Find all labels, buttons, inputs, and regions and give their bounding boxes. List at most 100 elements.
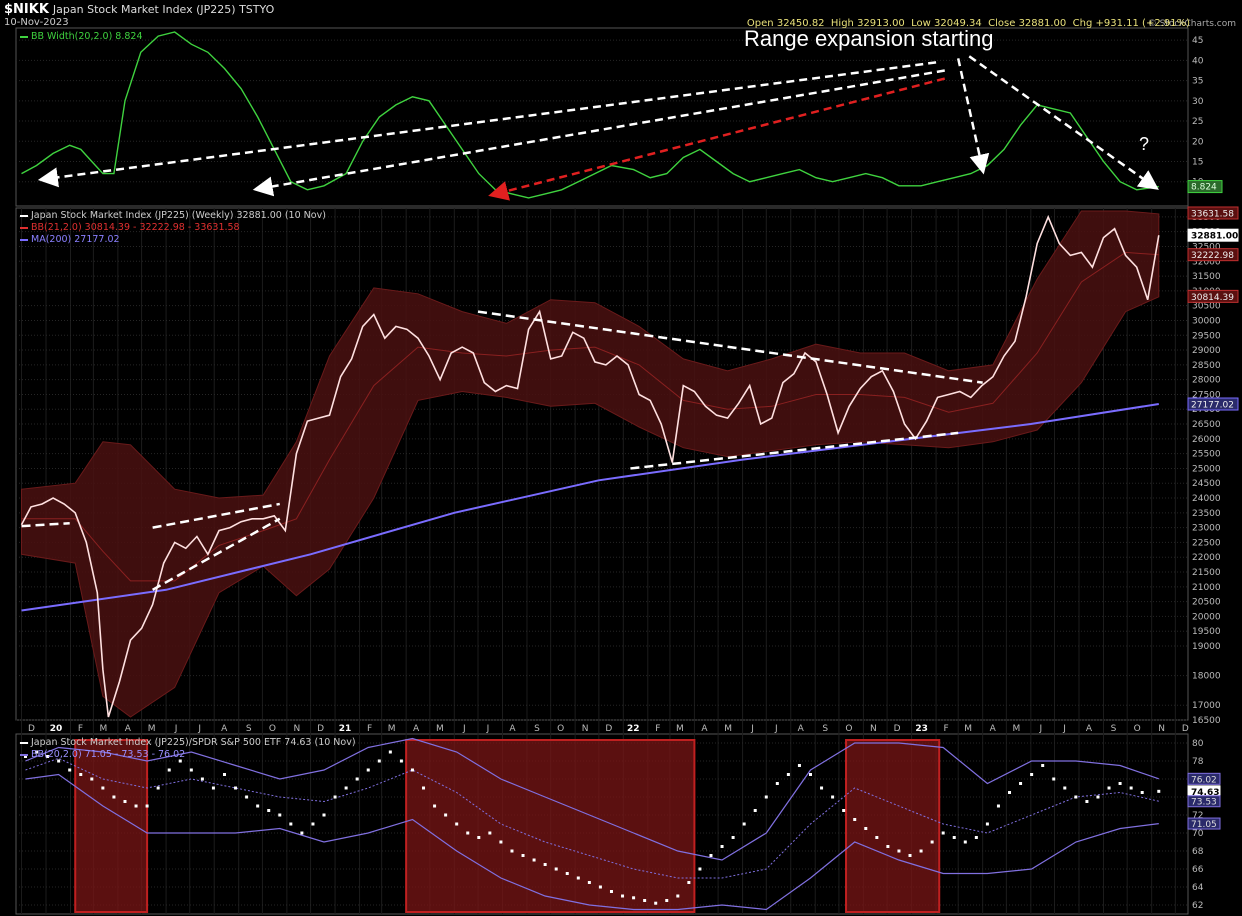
x-tick-label: M xyxy=(100,724,108,734)
ratio-point xyxy=(1030,773,1034,776)
ratio-point xyxy=(742,822,746,826)
x-tick-label: D xyxy=(605,724,612,734)
ratio-point xyxy=(676,894,680,898)
ratio-point xyxy=(200,777,204,781)
ratio-point xyxy=(145,804,149,808)
symbol-title: $NIKK Japan Stock Market Index (JP225) TS… xyxy=(4,2,274,17)
ratio-point xyxy=(775,782,779,785)
bbwidth-panel: 45403530252015108.824 xyxy=(16,31,1223,199)
ratio-last-label: 76.02 xyxy=(1191,775,1217,785)
ratio-point xyxy=(1085,800,1089,803)
ratio-point xyxy=(1140,791,1144,794)
bollinger-band xyxy=(21,210,1160,718)
y-tick-label: 80 xyxy=(1192,739,1204,749)
ratio-point xyxy=(808,773,812,776)
y-tick-label: 40 xyxy=(1192,56,1204,66)
ratio-point xyxy=(908,854,912,857)
x-tick-label: A xyxy=(990,724,997,734)
ratio-point xyxy=(256,804,260,808)
y-tick-label: 24000 xyxy=(1192,494,1221,504)
x-tick-label: N xyxy=(582,724,589,734)
ratio-point xyxy=(875,836,879,839)
ratio-point xyxy=(720,845,724,848)
ratio-point xyxy=(311,822,315,826)
last-label: 30814.39 xyxy=(1191,293,1234,303)
ratio-point xyxy=(79,773,83,776)
ratio-point xyxy=(1008,791,1012,794)
y-tick-label: 31500 xyxy=(1192,272,1221,282)
ratio-point xyxy=(842,809,846,812)
y-tick-label: 28000 xyxy=(1192,376,1221,386)
y-tick-label: 23500 xyxy=(1192,509,1221,519)
ratio-point xyxy=(587,881,591,884)
legend-price: Japan Stock Market Index (JP225) (Weekly… xyxy=(20,210,326,221)
ratio-point xyxy=(444,813,448,817)
y-tick-label: 25000 xyxy=(1192,464,1221,474)
x-tick-label: A xyxy=(509,724,516,734)
ratio-point xyxy=(543,863,547,866)
y-tick-label: 66 xyxy=(1192,865,1204,875)
ratio-point xyxy=(985,822,989,826)
ratio-point xyxy=(222,773,226,776)
ratio-point xyxy=(576,876,580,880)
ratio-point xyxy=(1107,786,1111,790)
x-tick-label: M xyxy=(676,724,684,734)
y-tick-label: 20 xyxy=(1192,137,1204,147)
x-tick-label: N xyxy=(1158,724,1165,734)
ratio-point xyxy=(499,840,503,844)
ratio-point xyxy=(388,750,392,754)
x-tick-label: J xyxy=(486,724,490,734)
x-tick-label: J xyxy=(750,724,754,734)
ratio-point xyxy=(455,822,459,826)
ratio-point xyxy=(1157,789,1161,793)
ratio-point xyxy=(477,836,481,839)
y-tick-label: 20500 xyxy=(1192,598,1221,608)
x-tick-label: D xyxy=(894,724,901,734)
last-label: 32222.98 xyxy=(1191,251,1234,261)
last-label: 33631.58 xyxy=(1191,209,1234,219)
y-tick-label: 78 xyxy=(1192,757,1204,767)
x-tick-label: M xyxy=(388,724,396,734)
stock-chart: D 20 F M A M J J A S O N D 21 F M A M J J A S O N D 22 F M A M J J A S O N D… xyxy=(15,27,1239,915)
ratio-point xyxy=(698,867,702,871)
y-tick-label: 35 xyxy=(1192,77,1203,87)
legend-price-text: Japan Stock Market Index (JP225) (Weekly… xyxy=(31,210,326,221)
y-tick-label: 16500 xyxy=(1192,716,1221,726)
legend-bb-text: BB(21,2.0) 30814.39 - 32222.98 - 33631.5… xyxy=(31,222,240,233)
ratio-point xyxy=(123,800,127,803)
y-tick-label: 25 xyxy=(1192,117,1203,127)
x-tick-label: J xyxy=(462,724,466,734)
ratio-point xyxy=(1063,786,1067,790)
x-tick-label: S xyxy=(1111,724,1117,734)
x-tick-label: S xyxy=(822,724,828,734)
x-tick-label: 20 xyxy=(50,724,63,734)
ratio-point xyxy=(786,773,790,776)
question-note: ? xyxy=(1139,134,1150,154)
y-tick-label: 70 xyxy=(1192,829,1204,839)
chg-value: +931.11 (+2.91%) xyxy=(1095,18,1191,29)
annotation-arrow xyxy=(968,55,1159,190)
ratio-point xyxy=(996,804,1000,808)
ratio-point xyxy=(156,786,160,790)
legend-ratio-bb: BB(20,2.0) 71.05 - 73.53 - 76.02 xyxy=(20,749,185,760)
ratio-point xyxy=(1052,777,1056,781)
ratio-point xyxy=(68,768,72,772)
symbol-name: Japan Stock Market Index (JP225) TSTYO xyxy=(52,3,275,16)
y-tick-label: 24500 xyxy=(1192,479,1221,489)
x-tick-label: D xyxy=(1182,724,1189,734)
ratio-point xyxy=(565,872,569,875)
ratio-point xyxy=(731,836,735,839)
x-tick-label: O xyxy=(845,724,852,734)
x-tick-label: O xyxy=(269,724,276,734)
ratio-point xyxy=(134,804,138,808)
ratio-point xyxy=(510,849,514,853)
x-tick-label: N xyxy=(870,724,877,734)
x-tick-label: S xyxy=(534,724,540,734)
ratio-point xyxy=(289,822,293,826)
y-tick-label: 62 xyxy=(1192,901,1203,911)
ratio-last-label: 73.53 xyxy=(1191,798,1217,808)
ratio-point xyxy=(101,786,105,790)
x-tick-label: 21 xyxy=(339,724,352,734)
ratio-point xyxy=(1074,795,1078,799)
y-tick-label: 22500 xyxy=(1192,538,1221,548)
